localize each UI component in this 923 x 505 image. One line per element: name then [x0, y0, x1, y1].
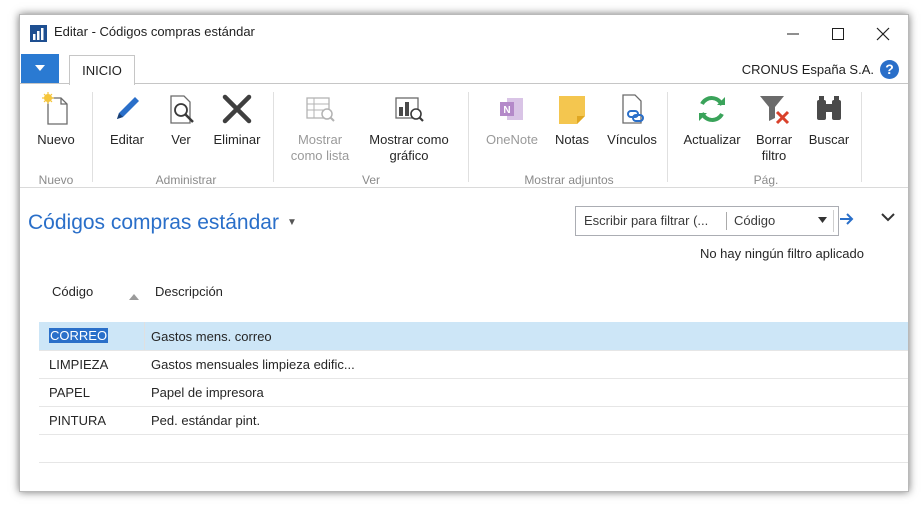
title-bar: Editar - Códigos compras estándar — [20, 15, 908, 52]
clear-filter-icon — [760, 96, 790, 125]
group-administrar-label: Administrar — [155, 173, 217, 187]
mostrar-lista-label-2: como lista — [290, 148, 350, 163]
actualizar-button[interactable]: Actualizar — [676, 92, 748, 148]
application-menu-button[interactable] — [21, 54, 59, 83]
column-header-descripcion[interactable]: Descripción — [155, 284, 223, 299]
title-dropdown-icon[interactable]: ▼ — [287, 217, 297, 228]
expand-chevron-icon[interactable] — [881, 212, 895, 222]
table-row[interactable]: PAPEL Papel de impresora — [39, 378, 908, 407]
onenote-label: OneNote — [485, 132, 539, 147]
group-separator — [861, 92, 862, 182]
close-button[interactable] — [860, 15, 906, 52]
ver-label: Ver — [171, 132, 191, 147]
company-name[interactable]: CRONUS España S.A. — [742, 62, 874, 77]
vinculos-label: Vínculos — [607, 132, 657, 147]
mostrar-grafico-label-2: gráfico — [389, 148, 429, 163]
editar-label: Editar — [110, 132, 144, 147]
sort-ascending-icon — [129, 294, 139, 300]
page-title[interactable]: Códigos compras estándar ▼ — [28, 211, 297, 235]
notas-label: Notas — [555, 132, 589, 147]
maximize-icon — [832, 28, 844, 40]
page-title-text: Códigos compras estándar — [28, 211, 279, 234]
group-adjuntos-label: Mostrar adjuntos — [524, 173, 614, 187]
notas-button[interactable]: Notas — [549, 92, 595, 148]
group-nuevo-label: Nuevo — [38, 173, 74, 187]
cell-codigo[interactable]: LIMPIEZA — [49, 357, 108, 372]
filter-divider — [726, 212, 727, 230]
eliminar-button[interactable]: Eliminar — [209, 92, 265, 148]
chart-view-icon — [395, 97, 424, 122]
group-pag-label: Pág. — [753, 173, 779, 187]
filter-box: Escribir para filtrar (... Código — [575, 206, 839, 236]
svg-text:N: N — [503, 105, 510, 116]
cell-codigo[interactable]: PINTURA — [49, 413, 106, 428]
filter-status: No hay ningún filtro aplicado — [699, 246, 864, 261]
app-chart-icon — [30, 25, 47, 42]
borrar-filtro-label-1: Borrar — [755, 132, 793, 147]
help-icon[interactable]: ? — [880, 60, 899, 79]
onenote-button[interactable]: N OneNote — [480, 92, 544, 148]
mostrar-como-lista-button[interactable]: Mostrar como lista — [284, 92, 356, 164]
refresh-icon — [699, 96, 725, 122]
view-document-icon — [170, 95, 194, 124]
empty-row — [39, 434, 908, 463]
new-document-icon — [42, 92, 68, 125]
vinculos-button[interactable]: Vínculos — [600, 92, 664, 148]
nuevo-button[interactable]: Nuevo — [30, 92, 82, 148]
tab-inicio[interactable]: INICIO — [69, 55, 135, 85]
filter-divider — [833, 210, 834, 232]
close-icon — [876, 27, 890, 41]
cell-codigo[interactable]: PAPEL — [49, 385, 90, 400]
group-ver-label: Ver — [361, 173, 380, 187]
note-icon — [559, 96, 585, 124]
onenote-icon: N — [500, 98, 523, 120]
ribbon-tab-strip: INICIO CRONUS España S.A. ? — [20, 52, 908, 85]
group-separator — [468, 92, 469, 182]
list-view-icon — [306, 97, 335, 122]
actualizar-label: Actualizar — [683, 132, 741, 147]
buscar-label: Buscar — [808, 132, 850, 147]
table-row[interactable]: PINTURA Ped. estándar pint. — [39, 406, 908, 435]
cell-descripcion[interactable]: Gastos mensuales limpieza edific... — [151, 357, 355, 372]
filter-input[interactable]: Escribir para filtrar (... — [584, 213, 708, 228]
borrar-filtro-label-2: filtro — [761, 148, 787, 163]
pencil-icon — [117, 97, 139, 119]
links-icon — [622, 94, 644, 124]
cell-codigo[interactable]: CORREO — [49, 328, 109, 343]
cell-descripcion[interactable]: Ped. estándar pint. — [151, 413, 260, 428]
delete-x-icon — [222, 94, 252, 124]
eliminar-label: Eliminar — [213, 132, 261, 147]
table-row[interactable]: LIMPIEZA Gastos mensuales limpieza edifi… — [39, 350, 908, 379]
chevron-down-icon[interactable] — [818, 217, 827, 223]
ver-button[interactable]: Ver — [161, 92, 201, 148]
mostrar-lista-label-1: Mostrar — [297, 132, 343, 147]
chevron-down-icon — [35, 65, 45, 71]
table-row[interactable]: CORREO Gastos mens. correo — [39, 322, 908, 351]
cell-descripcion[interactable]: Gastos mens. correo — [151, 329, 272, 344]
column-header-codigo[interactable]: Código — [52, 284, 93, 299]
app-window: Editar - Códigos compras estándar INICIO… — [19, 14, 909, 492]
maximize-button[interactable] — [815, 15, 861, 52]
borrar-filtro-button[interactable]: Borrar filtro — [751, 92, 797, 164]
group-separator — [273, 92, 274, 182]
binoculars-icon — [817, 96, 841, 120]
filter-field-select[interactable]: Código — [734, 213, 775, 228]
group-separator — [667, 92, 668, 182]
ribbon: Nuevo Nuevo Editar Ver Eliminar Administ… — [20, 83, 908, 188]
buscar-button[interactable]: Buscar — [804, 92, 854, 148]
minimize-button[interactable] — [770, 15, 816, 52]
window-title: Editar - Códigos compras estándar — [54, 24, 255, 39]
cell-descripcion[interactable]: Papel de impresora — [151, 385, 264, 400]
cell-divider — [144, 322, 145, 350]
nuevo-label: Nuevo — [37, 132, 75, 147]
arrow-right-icon[interactable] — [838, 211, 854, 227]
editar-button[interactable]: Editar — [104, 92, 150, 148]
mostrar-grafico-label-1: Mostrar como — [369, 132, 449, 147]
group-separator — [92, 92, 93, 182]
minimize-icon — [787, 33, 799, 35]
mostrar-como-grafico-button[interactable]: Mostrar como gráfico — [361, 92, 457, 164]
